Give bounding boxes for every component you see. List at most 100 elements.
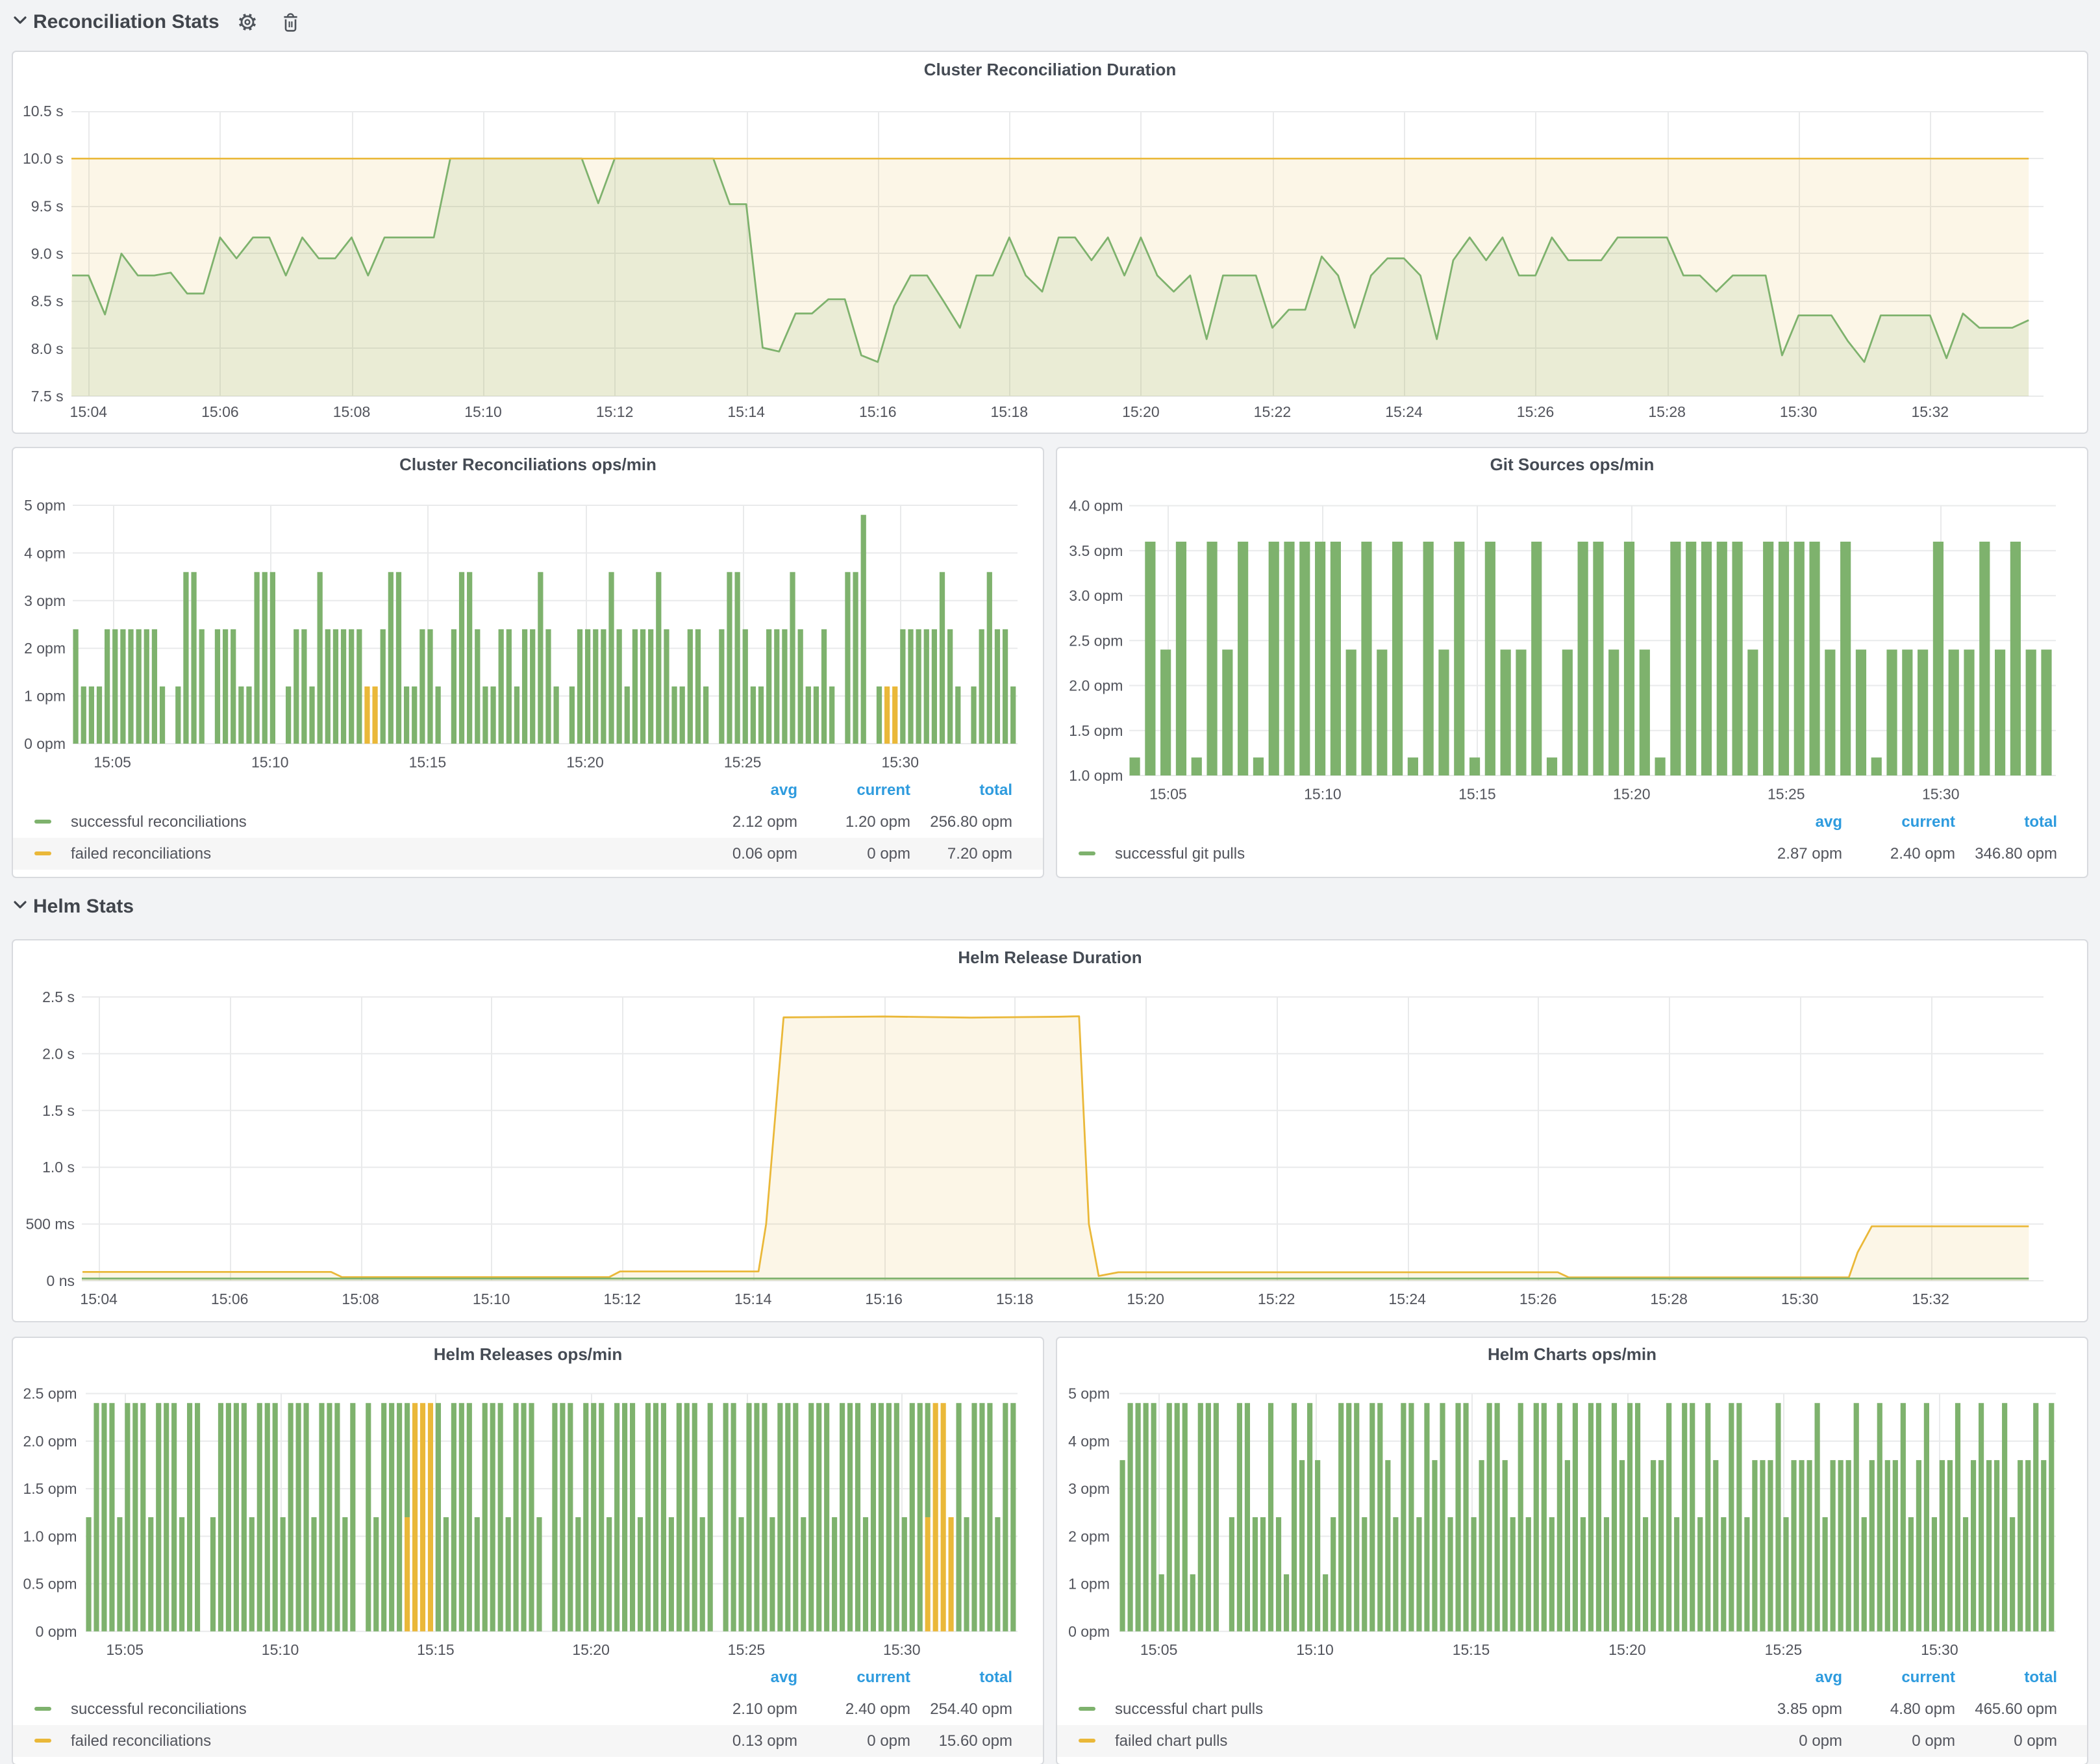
svg-text:15:28: 15:28: [1650, 1291, 1688, 1307]
svg-text:1.5 opm: 1.5 opm: [1069, 722, 1123, 739]
svg-text:avg: avg: [771, 1669, 797, 1686]
svg-text:15:15: 15:15: [417, 1641, 455, 1658]
svg-text:15:20: 15:20: [1613, 785, 1651, 802]
svg-text:2.0 s: 2.0 s: [42, 1045, 75, 1062]
svg-text:15:32: 15:32: [1912, 403, 1949, 420]
svg-text:1 opm: 1 opm: [24, 688, 66, 705]
svg-text:4.0 opm: 4.0 opm: [1069, 498, 1123, 514]
svg-text:465.60 opm: 465.60 opm: [1975, 1700, 2057, 1718]
svg-text:15:05: 15:05: [106, 1641, 144, 1658]
svg-text:15:20: 15:20: [1122, 403, 1160, 420]
svg-text:15:06: 15:06: [211, 1291, 249, 1307]
svg-text:15:10: 15:10: [473, 1291, 510, 1307]
svg-text:avg: avg: [1816, 1669, 1842, 1686]
svg-text:15:20: 15:20: [572, 1641, 610, 1658]
svg-text:1.0 s: 1.0 s: [42, 1159, 75, 1176]
svg-text:1.5 opm: 1.5 opm: [23, 1480, 77, 1497]
svg-text:15:04: 15:04: [70, 403, 108, 420]
svg-text:0 opm: 0 opm: [1799, 1732, 1842, 1750]
svg-text:15:26: 15:26: [1519, 1291, 1557, 1307]
svg-text:15:12: 15:12: [596, 403, 634, 420]
svg-text:2.10 opm: 2.10 opm: [732, 1700, 797, 1718]
svg-text:3 opm: 3 opm: [24, 592, 66, 609]
svg-text:15:25: 15:25: [1768, 785, 1805, 802]
svg-text:15:20: 15:20: [1127, 1291, 1164, 1307]
svg-text:15:16: 15:16: [865, 1291, 903, 1307]
svg-text:failed chart pulls: failed chart pulls: [1115, 1732, 1227, 1750]
svg-text:total: total: [979, 781, 1012, 799]
svg-text:1.0 opm: 1.0 opm: [1069, 767, 1123, 784]
svg-text:15:26: 15:26: [1517, 403, 1555, 420]
svg-text:15:15: 15:15: [1453, 1641, 1490, 1658]
svg-text:4 opm: 4 opm: [1068, 1433, 1110, 1450]
svg-text:15:04: 15:04: [80, 1291, 118, 1307]
svg-text:Reconciliation Stats: Reconciliation Stats: [33, 11, 219, 32]
svg-text:15:20: 15:20: [1608, 1641, 1646, 1658]
svg-text:15:25: 15:25: [724, 753, 762, 770]
svg-text:5 opm: 5 opm: [1068, 1385, 1110, 1402]
svg-text:0 opm: 0 opm: [24, 735, 66, 752]
svg-text:15:18: 15:18: [996, 1291, 1034, 1307]
svg-text:5 opm: 5 opm: [24, 497, 66, 514]
svg-text:2 opm: 2 opm: [24, 640, 66, 657]
svg-text:4.80 opm: 4.80 opm: [1890, 1700, 1955, 1718]
svg-text:15:30: 15:30: [881, 753, 919, 770]
svg-text:failed reconciliations: failed reconciliations: [71, 845, 211, 863]
svg-text:successful chart pulls: successful chart pulls: [1115, 1700, 1263, 1718]
svg-text:current: current: [856, 1669, 910, 1686]
svg-text:Helm Releases ops/min: Helm Releases ops/min: [434, 1344, 622, 1364]
svg-text:successful git pulls: successful git pulls: [1115, 845, 1245, 863]
svg-text:8.0 s: 8.0 s: [31, 340, 64, 357]
svg-text:1.5 s: 1.5 s: [42, 1102, 75, 1119]
svg-text:0 opm: 0 opm: [1068, 1623, 1110, 1640]
svg-text:3 opm: 3 opm: [1068, 1480, 1110, 1497]
svg-text:2.87 opm: 2.87 opm: [1777, 845, 1842, 863]
svg-text:15:10: 15:10: [1296, 1641, 1334, 1658]
svg-text:15:15: 15:15: [409, 753, 447, 770]
svg-text:Cluster Reconciliation Duratio: Cluster Reconciliation Duration: [924, 60, 1177, 79]
svg-text:15:24: 15:24: [1385, 403, 1423, 420]
svg-text:Helm Release Duration: Helm Release Duration: [958, 948, 1142, 967]
svg-text:current: current: [1901, 813, 1955, 831]
svg-text:15:22: 15:22: [1258, 1291, 1295, 1307]
svg-text:15:10: 15:10: [1304, 785, 1342, 802]
svg-text:0 opm: 0 opm: [2014, 1732, 2057, 1750]
svg-text:15:16: 15:16: [859, 403, 897, 420]
svg-text:500 ms: 500 ms: [26, 1216, 75, 1233]
svg-text:2.40 opm: 2.40 opm: [1890, 845, 1955, 863]
svg-text:2.12 opm: 2.12 opm: [732, 813, 797, 831]
svg-text:15:24: 15:24: [1388, 1291, 1426, 1307]
svg-text:Helm Stats: Helm Stats: [33, 896, 134, 917]
svg-text:15:12: 15:12: [603, 1291, 641, 1307]
svg-text:2.40 opm: 2.40 opm: [845, 1700, 910, 1718]
svg-text:346.80 opm: 346.80 opm: [1975, 845, 2057, 863]
svg-text:15:30: 15:30: [1921, 1641, 1958, 1658]
svg-text:0 ns: 0 ns: [47, 1272, 75, 1289]
svg-text:15:20: 15:20: [566, 753, 604, 770]
svg-text:2.5 opm: 2.5 opm: [1069, 632, 1123, 649]
svg-text:0 opm: 0 opm: [867, 1732, 910, 1750]
svg-text:15:32: 15:32: [1912, 1291, 1949, 1307]
svg-text:254.40 opm: 254.40 opm: [930, 1700, 1012, 1718]
svg-text:15:22: 15:22: [1254, 403, 1292, 420]
svg-text:15:28: 15:28: [1648, 403, 1686, 420]
svg-text:successful reconciliations: successful reconciliations: [71, 813, 247, 831]
svg-text:3.0 opm: 3.0 opm: [1069, 587, 1123, 604]
svg-text:15:10: 15:10: [464, 403, 502, 420]
svg-text:Helm Charts ops/min: Helm Charts ops/min: [1488, 1344, 1656, 1364]
svg-text:0.06 opm: 0.06 opm: [732, 845, 797, 863]
svg-text:failed reconciliations: failed reconciliations: [71, 1732, 211, 1750]
svg-text:15:05: 15:05: [1140, 1641, 1178, 1658]
svg-text:7.20 opm: 7.20 opm: [947, 845, 1012, 863]
svg-text:3.5 opm: 3.5 opm: [1069, 542, 1123, 559]
svg-text:total: total: [979, 1669, 1012, 1686]
svg-text:2 opm: 2 opm: [1068, 1528, 1110, 1544]
svg-text:8.5 s: 8.5 s: [31, 293, 64, 310]
svg-text:0 opm: 0 opm: [36, 1623, 77, 1640]
svg-text:15:10: 15:10: [251, 753, 289, 770]
svg-text:15:06: 15:06: [201, 403, 239, 420]
svg-text:3.85 opm: 3.85 opm: [1777, 1700, 1842, 1718]
svg-text:2.0 opm: 2.0 opm: [1069, 677, 1123, 694]
svg-text:0 opm: 0 opm: [867, 845, 910, 863]
svg-text:1 opm: 1 opm: [1068, 1576, 1110, 1593]
